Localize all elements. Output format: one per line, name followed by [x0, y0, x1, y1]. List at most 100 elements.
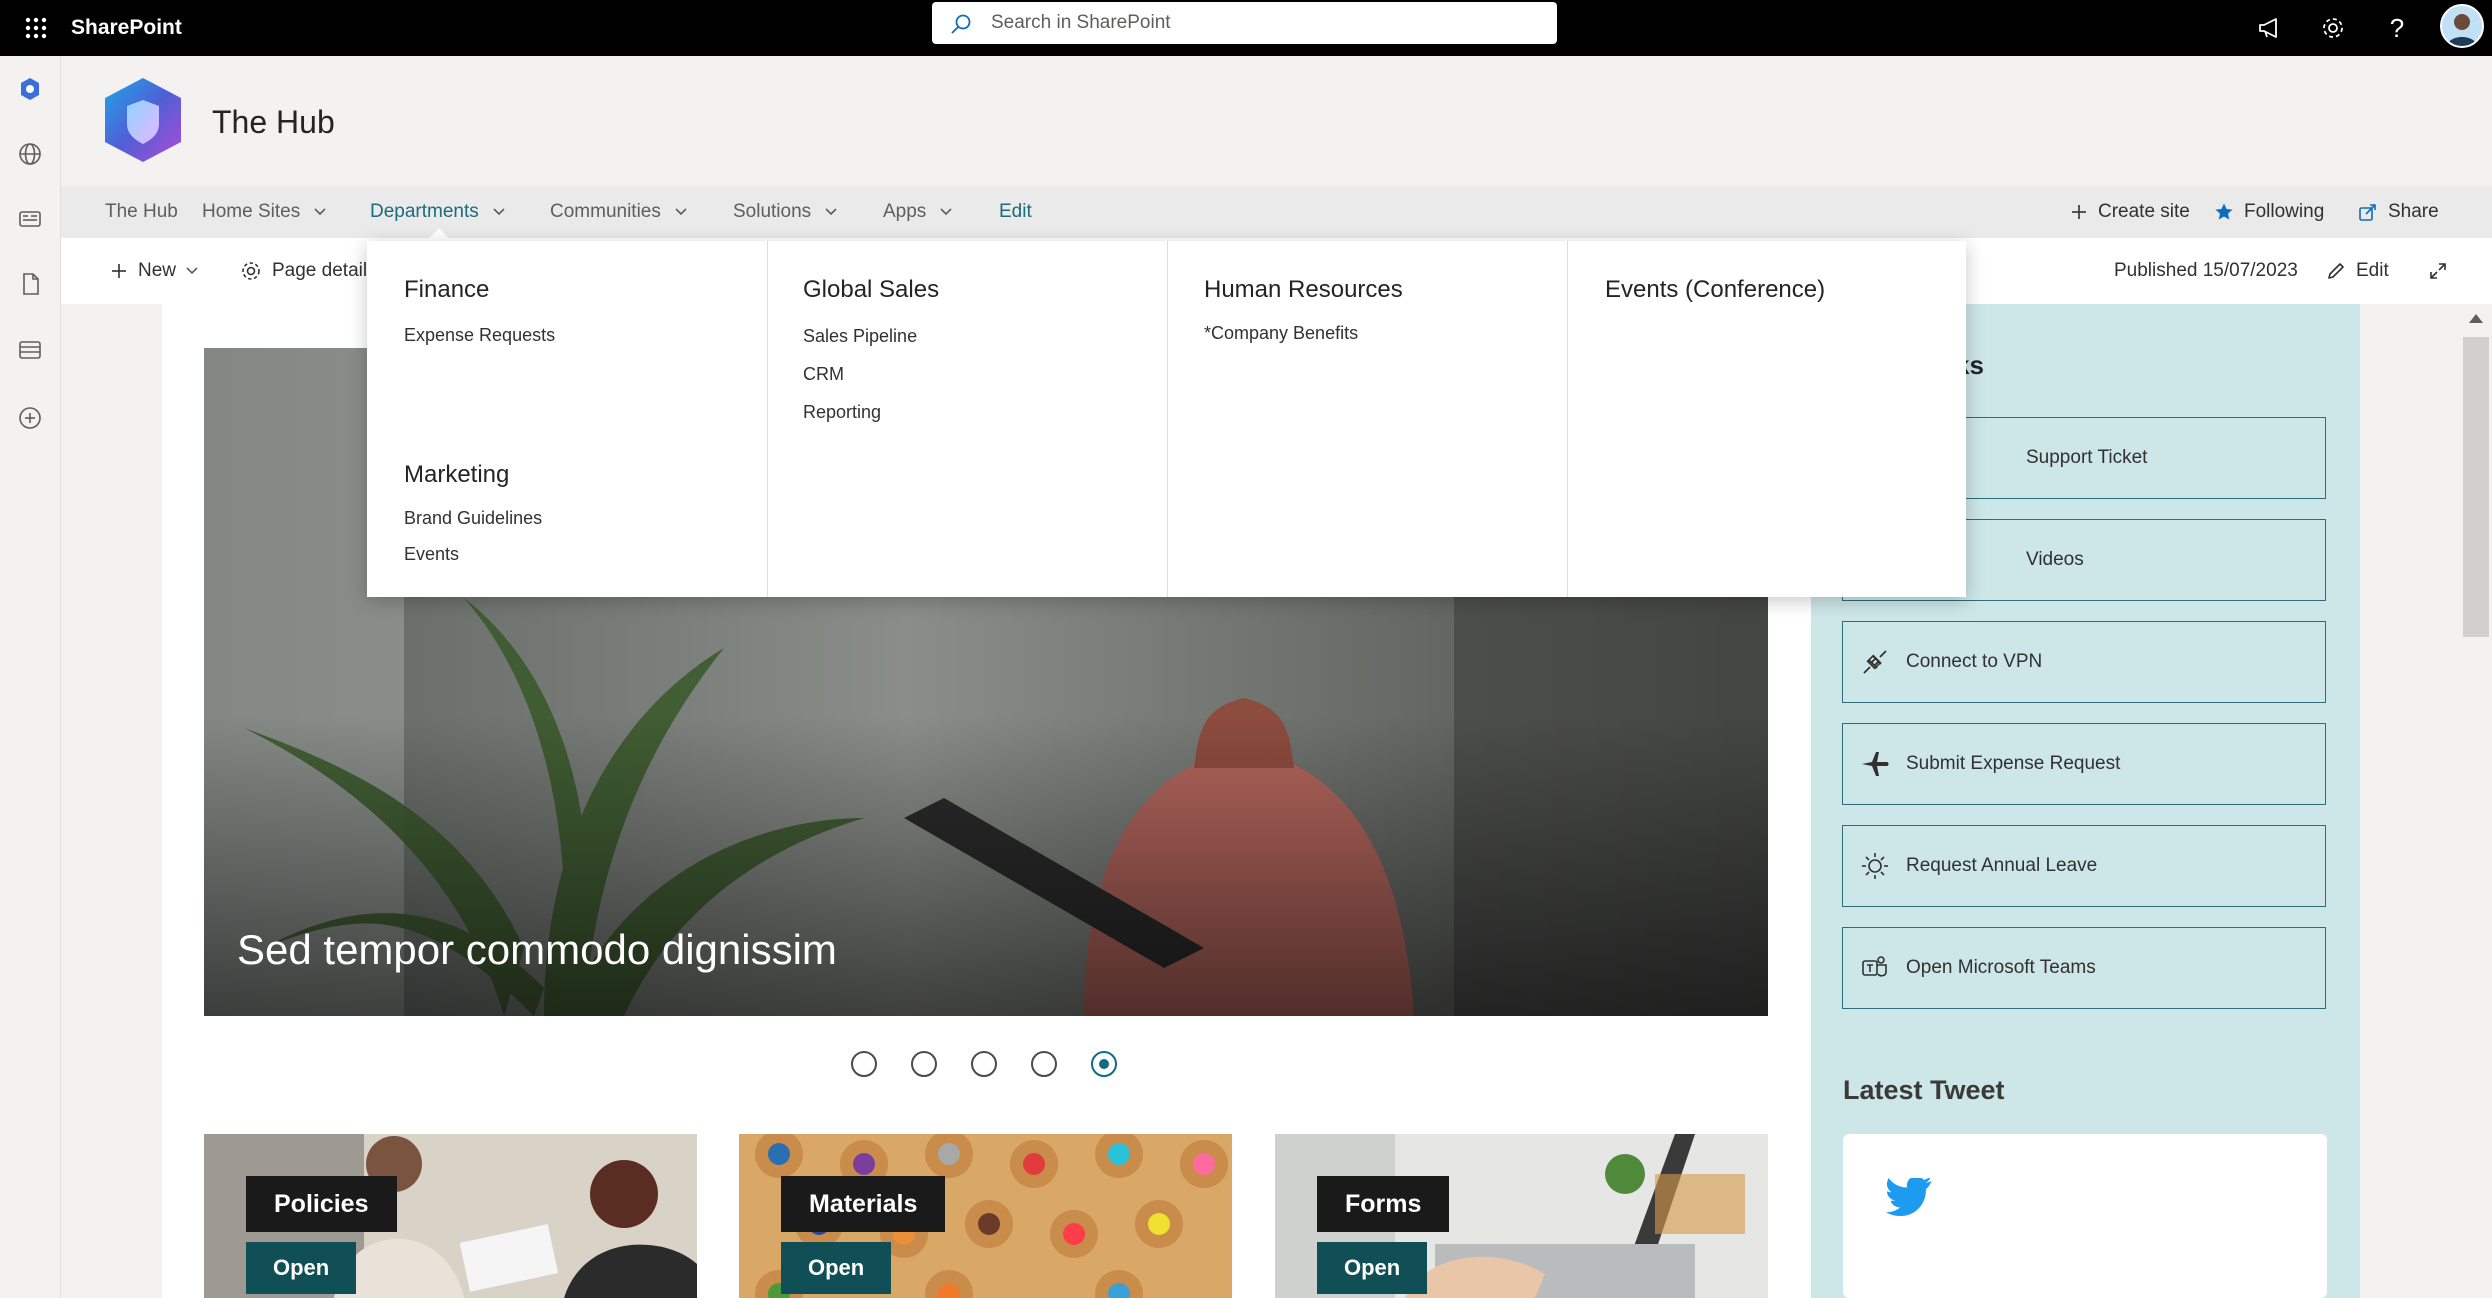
carousel-dot-3[interactable]: [971, 1051, 997, 1077]
scrollbar-thumb[interactable]: [2463, 337, 2489, 637]
nav-item-label: Communities: [550, 201, 661, 222]
nav-item-label: Solutions: [733, 201, 812, 222]
mega-link-reporting[interactable]: Reporting: [803, 402, 881, 423]
nav-item-label: Home Sites: [202, 201, 301, 222]
carousel-dot-4[interactable]: [1031, 1051, 1057, 1077]
create-site-label: Create site: [2098, 201, 2190, 222]
site-logo[interactable]: [101, 76, 185, 164]
app-bar: [0, 56, 61, 1298]
hero-title[interactable]: Sed tempor commodo dignissim: [237, 926, 837, 974]
pencil-icon: [2328, 263, 2344, 279]
quick-link-open-teams[interactable]: Open Microsoft Teams: [1842, 927, 2326, 1009]
chevron-down-icon: [186, 267, 198, 275]
nav-item-the-hub[interactable]: The Hub: [105, 186, 178, 238]
plug-icon: [1859, 646, 1891, 678]
sharepoint-home-icon[interactable]: [10, 69, 50, 109]
quick-link-label: Open Microsoft Teams: [1906, 957, 2096, 978]
app-launcher-icon[interactable]: [16, 8, 56, 48]
scroll-up-arrow-icon[interactable]: [2469, 314, 2483, 323]
plus-icon: [2072, 205, 2086, 219]
following-label: Following: [2244, 201, 2325, 222]
star-filled-icon: [2215, 203, 2233, 220]
nav-edit-link[interactable]: Edit: [999, 186, 1032, 238]
mega-menu-divider: [1567, 241, 1568, 597]
materials-card[interactable]: Materials Open: [739, 1134, 1232, 1298]
mega-link-expense-requests[interactable]: Expense Requests: [404, 325, 555, 346]
new-button[interactable]: New: [110, 252, 198, 290]
sun-icon: [1859, 850, 1891, 882]
latest-tweet-title: Latest Tweet: [1843, 1075, 2005, 1105]
mega-heading-finance[interactable]: Finance: [404, 276, 489, 304]
mega-link-brand-guidelines[interactable]: Brand Guidelines: [404, 508, 542, 529]
share-button[interactable]: Share: [2358, 186, 2439, 238]
tweet-card[interactable]: [1843, 1134, 2327, 1298]
file-icon[interactable]: [10, 264, 50, 304]
settings-gear-icon[interactable]: [2313, 8, 2353, 48]
user-avatar[interactable]: [2440, 4, 2484, 48]
nav-item-solutions[interactable]: Solutions: [733, 186, 837, 238]
edit-page-button[interactable]: Edit: [2326, 252, 2389, 290]
quick-link-annual-leave[interactable]: Request Annual Leave: [1842, 825, 2326, 907]
new-label: New: [138, 260, 177, 281]
chevron-down-icon: [675, 208, 687, 216]
site-title[interactable]: The Hub: [212, 98, 335, 146]
card-label: Forms: [1317, 1176, 1450, 1232]
card-label: Policies: [246, 1176, 397, 1232]
quick-link-label: Submit Expense Request: [1906, 753, 2121, 774]
news-icon[interactable]: [10, 199, 50, 239]
mega-link-events[interactable]: Events: [404, 544, 459, 565]
quick-link-label: Support Ticket: [2026, 447, 2148, 468]
policies-card[interactable]: Policies Open: [204, 1134, 697, 1298]
mega-link-company-benefits[interactable]: *Company Benefits: [1204, 323, 1358, 344]
quick-link-label: Videos: [2026, 549, 2084, 570]
open-button[interactable]: Open: [781, 1242, 892, 1294]
expand-icon[interactable]: [2428, 252, 2448, 290]
mega-link-sales-pipeline[interactable]: Sales Pipeline: [803, 326, 917, 347]
quick-link-connect-vpn[interactable]: Connect to VPN: [1842, 621, 2326, 703]
chevron-down-icon: [825, 208, 837, 216]
twitter-bird-icon: [1885, 1178, 1932, 1217]
create-site-button[interactable]: Create site: [2070, 186, 2190, 238]
nav-item-label: The Hub: [105, 201, 178, 222]
carousel-dot-5[interactable]: [1091, 1051, 1117, 1077]
mega-heading-global-sales[interactable]: Global Sales: [803, 276, 939, 304]
edit-page-label: Edit: [2356, 260, 2389, 281]
following-button[interactable]: Following: [2214, 186, 2324, 238]
open-button[interactable]: Open: [246, 1242, 357, 1294]
list-icon[interactable]: [10, 330, 50, 370]
mega-heading-human-resources[interactable]: Human Resources: [1204, 276, 1403, 304]
nav-item-home-sites[interactable]: Home Sites: [202, 186, 326, 238]
nav-item-communities[interactable]: Communities: [550, 186, 687, 238]
airplane-icon: [1859, 748, 1891, 780]
carousel-dot-2[interactable]: [911, 1051, 937, 1077]
quick-link-label: Request Annual Leave: [1906, 855, 2098, 876]
gear-icon: [242, 262, 260, 280]
app-name[interactable]: SharePoint: [71, 12, 182, 44]
search-input[interactable]: Search in SharePoint: [991, 2, 1171, 44]
page-details-button[interactable]: Page details: [240, 252, 377, 290]
search-box[interactable]: Search in SharePoint: [932, 2, 1557, 44]
card-label: Materials: [781, 1176, 946, 1232]
chevron-down-icon: [314, 208, 326, 216]
quick-link-label: Connect to VPN: [1906, 651, 2043, 672]
mega-menu-divider: [767, 241, 768, 597]
help-icon[interactable]: ?: [2377, 8, 2417, 48]
plus-icon: [112, 264, 126, 278]
globe-icon[interactable]: [10, 134, 50, 174]
mega-menu-divider: [1167, 241, 1168, 597]
forms-card[interactable]: Forms Open: [1275, 1134, 1768, 1298]
mega-link-crm[interactable]: CRM: [803, 364, 844, 385]
mega-heading-marketing[interactable]: Marketing: [404, 461, 509, 489]
teams-icon: [1859, 952, 1891, 984]
megaphone-icon[interactable]: [2250, 8, 2290, 48]
nav-item-apps[interactable]: Apps: [883, 186, 952, 238]
chevron-down-icon: [493, 208, 505, 216]
open-button[interactable]: Open: [1317, 1242, 1428, 1294]
nav-item-label: Apps: [883, 201, 927, 222]
search-icon: [950, 13, 972, 35]
quick-link-expense-request[interactable]: Submit Expense Request: [1842, 723, 2326, 805]
mega-heading-events-conference[interactable]: Events (Conference): [1605, 276, 1825, 304]
carousel-dot-1[interactable]: [851, 1051, 877, 1077]
share-label: Share: [2388, 201, 2439, 222]
create-icon[interactable]: [10, 398, 50, 438]
